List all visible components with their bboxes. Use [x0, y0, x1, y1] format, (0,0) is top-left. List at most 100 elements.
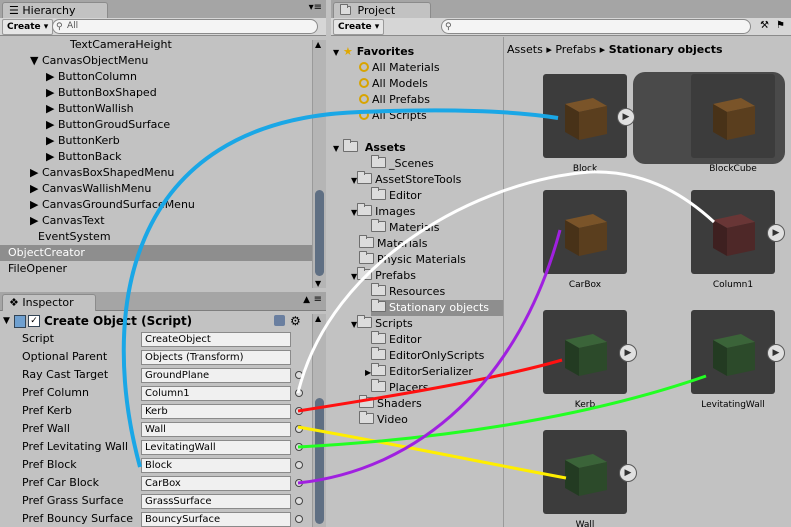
object-picker-icon[interactable]	[295, 389, 303, 397]
prefab-tile[interactable]	[691, 74, 775, 158]
hierarchy-row[interactable]: ▶ ButtonBoxShaped	[0, 85, 312, 101]
breadcrumb-assets[interactable]: Assets	[507, 43, 543, 56]
prefab-tile[interactable]: ▶	[543, 74, 635, 158]
asset-folder-item[interactable]: ▼ Prefabs	[351, 267, 503, 284]
breadcrumb-stationary-objects[interactable]: Stationary objects	[609, 43, 723, 56]
asset-folder-item[interactable]: Physic Materials	[359, 251, 503, 268]
assets-header[interactable]: ▼ Assets	[333, 139, 503, 156]
hierarchy-row[interactable]: EventSystem	[0, 229, 312, 245]
favorite-item[interactable]: All Prefabs	[359, 92, 503, 108]
hierarchy-row[interactable]: ▼ CanvasObjectMenu	[0, 53, 312, 69]
hierarchy-scrollbar[interactable]: ▲ ▼	[312, 40, 326, 288]
hierarchy-create-button[interactable]: Create ▾	[2, 19, 54, 35]
hierarchy-row[interactable]: ▶ ButtonWallish	[0, 101, 312, 117]
field-value[interactable]: GroundPlane	[141, 368, 291, 383]
lock-icon[interactable]: ▲	[303, 295, 310, 305]
object-picker-icon[interactable]	[295, 425, 303, 433]
hierarchy-search-input[interactable]: ⚲ All	[52, 19, 318, 34]
inspector-tab[interactable]: ❖ Inspector	[2, 294, 96, 311]
asset-folder-item[interactable]: Editor	[371, 187, 503, 204]
object-picker-icon[interactable]	[295, 371, 303, 379]
asset-folder-item[interactable]: Resources	[371, 283, 503, 300]
hierarchy-row[interactable]: ▶ ButtonColumn	[0, 69, 312, 85]
hierarchy-row[interactable]: TextCameraHeight	[0, 37, 312, 53]
asset-folder-item[interactable]: ▼ AssetStoreTools	[351, 171, 503, 188]
hierarchy-row[interactable]: ▶ CanvasWallishMenu	[0, 181, 312, 197]
object-picker-icon[interactable]	[295, 461, 303, 469]
prefab-tile[interactable]	[543, 190, 627, 274]
filter-type-icon[interactable]: ⚒	[760, 20, 769, 31]
inspector-scroll-thumb[interactable]	[315, 398, 324, 524]
field-value[interactable]: Kerb	[141, 404, 291, 419]
prefab-tile[interactable]: ▶	[543, 430, 637, 514]
asset-folder-item[interactable]: ▼ Images	[351, 203, 503, 220]
panel-menu-icon[interactable]: ≡	[314, 294, 322, 305]
foldout-arrow-icon[interactable]: ▼	[3, 312, 10, 330]
asset-folder-item[interactable]: Materials	[359, 235, 503, 252]
object-picker-icon[interactable]	[295, 407, 303, 415]
expand-prefab-icon[interactable]: ▶	[617, 108, 635, 126]
prefab-tile[interactable]: ▶	[543, 310, 637, 394]
prefab-tile[interactable]: ▶	[691, 310, 785, 394]
object-picker-icon[interactable]	[295, 515, 303, 523]
field-value[interactable]: BouncySurface	[141, 512, 291, 527]
scroll-up-icon[interactable]: ▲	[315, 40, 321, 49]
field-value[interactable]: Wall	[141, 422, 291, 437]
object-picker-icon[interactable]	[295, 479, 303, 487]
create-label: Create	[338, 22, 372, 32]
hierarchy-row[interactable]: ▶ ButtonKerb	[0, 133, 312, 149]
scroll-down-icon[interactable]: ▼	[315, 279, 321, 288]
field-label: Ray Cast Target	[22, 368, 109, 381]
expand-prefab-icon[interactable]: ▶	[619, 464, 637, 482]
hierarchy-row[interactable]: ObjectCreator	[0, 245, 312, 261]
field-value[interactable]: CreateObject	[141, 332, 291, 347]
favorite-item[interactable]: All Models	[359, 76, 503, 92]
field-value[interactable]: Objects (Transform)	[141, 350, 291, 365]
folder-label: Materials	[377, 237, 428, 250]
scroll-up-icon[interactable]: ▲	[315, 314, 321, 323]
asset-folder-item[interactable]: Editor	[371, 331, 503, 348]
asset-folder-item[interactable]: Placers	[371, 379, 503, 396]
project-tab[interactable]: Project	[333, 2, 431, 19]
project-create-button[interactable]: Create ▾	[333, 19, 385, 35]
hierarchy-row[interactable]: ▶ CanvasText	[0, 213, 312, 229]
expand-prefab-icon[interactable]: ▶	[767, 344, 785, 362]
hierarchy-row[interactable]: FileOpener	[0, 261, 312, 277]
hierarchy-row[interactable]: ▶ ButtonGroudSurface	[0, 117, 312, 133]
hierarchy-tab[interactable]: ☰ Hierarchy	[2, 2, 108, 19]
hierarchy-row[interactable]: ▶ CanvasBoxShapedMenu	[0, 165, 312, 181]
field-value[interactable]: LevitatingWall	[141, 440, 291, 455]
expand-prefab-icon[interactable]: ▶	[767, 224, 785, 242]
expand-prefab-icon[interactable]: ▶	[619, 344, 637, 362]
field-value[interactable]: Block	[141, 458, 291, 473]
breadcrumb-prefabs[interactable]: Prefabs	[555, 43, 596, 56]
object-picker-icon[interactable]	[295, 443, 303, 451]
enabled-checkbox[interactable]: ✓	[28, 315, 40, 327]
inspector-scrollbar[interactable]: ▲	[312, 314, 326, 527]
panel-menu-icon[interactable]: ▾≡	[309, 2, 322, 13]
hierarchy-row[interactable]: ▶ CanvasGroundSurfaceMenu	[0, 197, 312, 213]
gear-icon[interactable]: ⚙	[290, 312, 301, 330]
hierarchy-scroll-thumb[interactable]	[315, 190, 324, 276]
favorite-item[interactable]: All Materials	[359, 60, 503, 76]
asset-folder-item[interactable]: ▶ EditorSerializer	[365, 363, 503, 380]
prefab-tile[interactable]: ▶	[691, 190, 785, 274]
hierarchy-row[interactable]: ▶ ButtonBack	[0, 149, 312, 165]
asset-folder-item[interactable]: _Scenes	[371, 155, 503, 172]
favorite-item[interactable]: All Scripts	[359, 108, 503, 124]
asset-folder-item[interactable]: Shaders	[359, 395, 503, 412]
asset-folder-item[interactable]: Materials	[371, 219, 503, 236]
asset-folder-item[interactable]: ▼ Scripts	[351, 315, 503, 332]
project-search-input[interactable]: ⚲	[441, 19, 751, 34]
asset-folder-item[interactable]: Stationary objects	[371, 299, 503, 316]
asset-folder-item[interactable]: EditorOnlyScripts	[371, 347, 503, 364]
field-value[interactable]: CarBox	[141, 476, 291, 491]
help-icon[interactable]	[274, 315, 285, 326]
field-value[interactable]: Column1	[141, 386, 291, 401]
component-header[interactable]: ▼ ✓ Create Object (Script) ⚙	[0, 312, 306, 330]
favorites-header[interactable]: ▼ ★ Favorites	[333, 44, 503, 60]
filter-label-icon[interactable]: ⚑	[776, 20, 785, 31]
asset-folder-item[interactable]: Video	[359, 411, 503, 428]
object-picker-icon[interactable]	[295, 497, 303, 505]
field-value[interactable]: GrassSurface	[141, 494, 291, 509]
